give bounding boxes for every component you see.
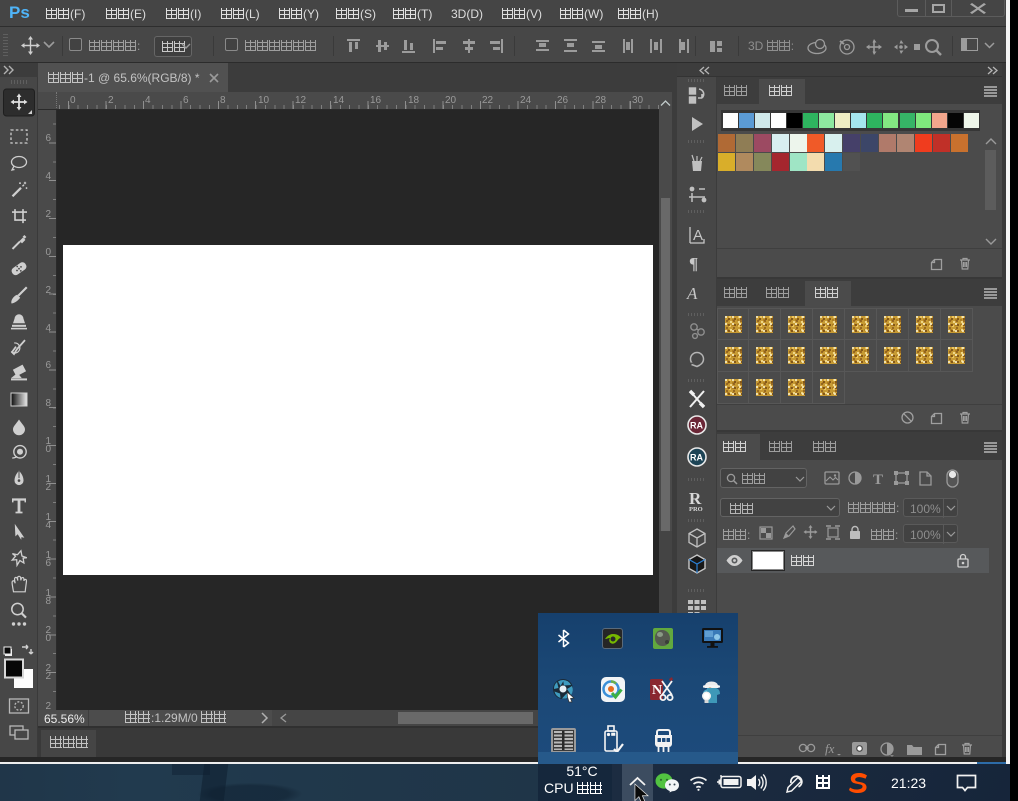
svg-text:fx: fx bbox=[825, 741, 835, 756]
svg-text:RA: RA bbox=[690, 421, 703, 431]
svg-text:¶: ¶ bbox=[689, 254, 698, 273]
svg-text:PRO: PRO bbox=[689, 506, 703, 513]
svg-text:A: A bbox=[686, 284, 698, 303]
svg-text:RA: RA bbox=[690, 453, 703, 463]
svg-text:A: A bbox=[693, 227, 703, 244]
svg-text:T: T bbox=[873, 472, 883, 488]
